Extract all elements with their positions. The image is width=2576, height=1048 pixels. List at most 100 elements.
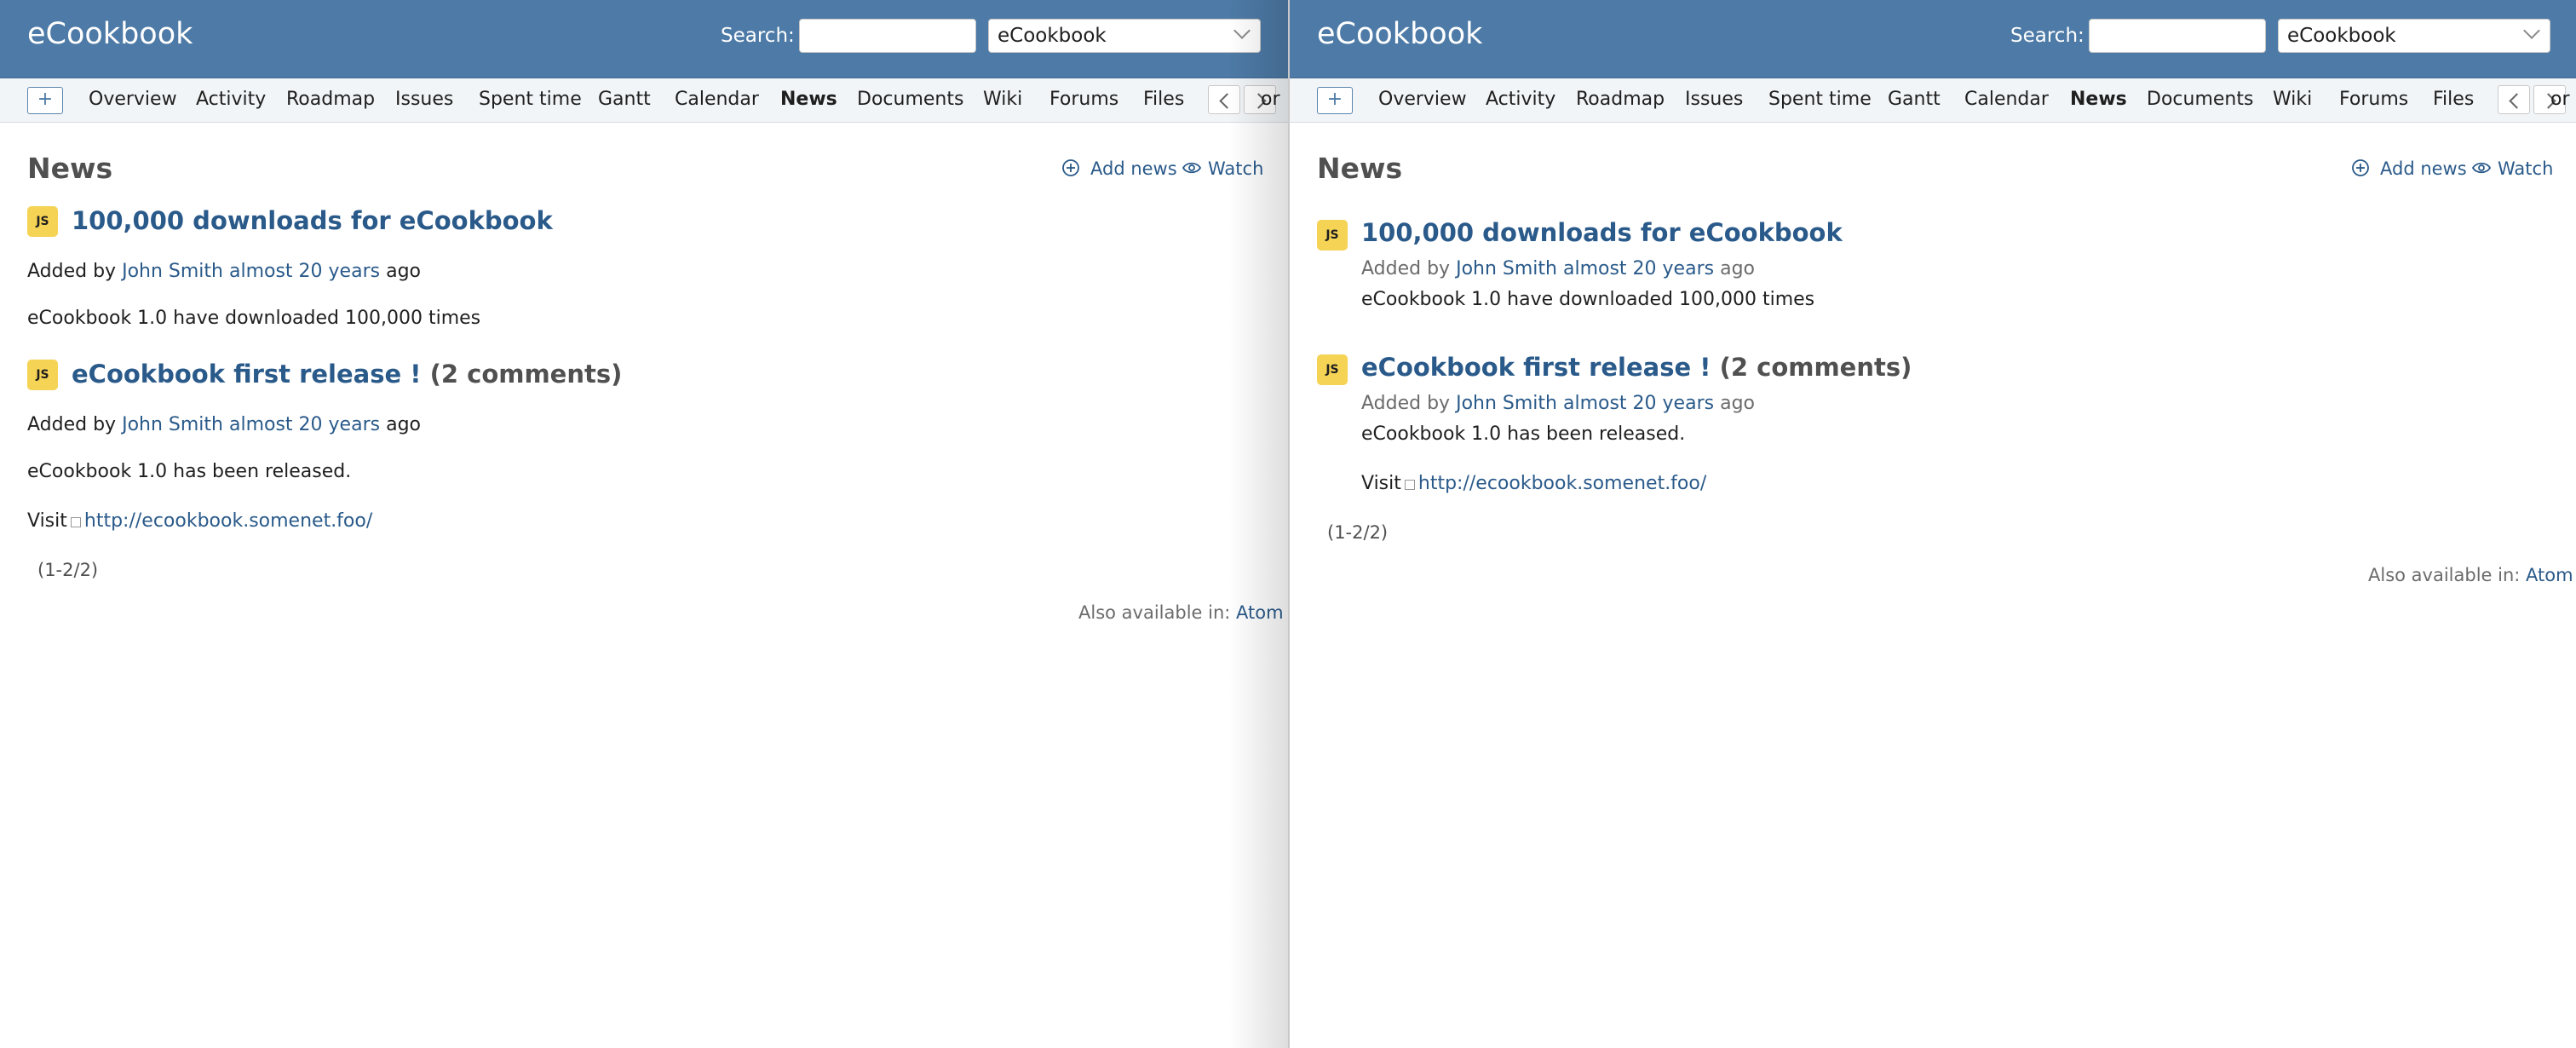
visit-label: Visit (27, 510, 67, 532)
visit-label: Visit (1361, 473, 1401, 494)
chevron-down-icon (2523, 22, 2540, 39)
tab-gantt[interactable]: Gantt (1888, 89, 1941, 122)
avatar: JS (1317, 354, 1348, 385)
eye-icon (1182, 162, 1201, 174)
news-summary: eCookbook 1.0 have downloaded 100,000 ti… (27, 308, 481, 329)
top-header: eCookbook Search: eCookbook (0, 0, 1288, 78)
ago-label: ago (1720, 393, 1755, 414)
tab-roadmap[interactable]: Roadmap (286, 89, 375, 122)
author-link[interactable]: John Smith (1456, 258, 1557, 279)
visit-line: Visit http://ecookbook.somenet.foo/ (1361, 473, 1706, 494)
tab-gantt[interactable]: Gantt (598, 89, 651, 122)
tab-calendar[interactable]: Calendar (1964, 89, 2049, 122)
author-link[interactable]: John Smith (1456, 393, 1557, 414)
avatar: JS (1317, 220, 1348, 250)
project-select[interactable]: eCookbook (2278, 19, 2550, 53)
project-select[interactable]: eCookbook (988, 19, 1261, 53)
project-select-value: eCookbook (998, 25, 1107, 47)
project-select-value: eCookbook (2287, 25, 2396, 47)
tab-files[interactable]: Files (1143, 89, 1184, 122)
tab-documents[interactable]: Documents (2147, 89, 2253, 122)
time-link[interactable]: almost 20 years (1563, 393, 1714, 414)
new-object-button[interactable]: + (1317, 87, 1353, 114)
news-title[interactable]: 100,000 downloads for eCookbook (1361, 218, 1843, 247)
pagination: (1-2/2) (1327, 522, 1389, 543)
visit-line: Visit http://ecookbook.somenet.foo/ (27, 510, 372, 532)
tab-wiki[interactable]: Wiki (983, 89, 1022, 122)
tab-activity[interactable]: Activity (196, 89, 266, 122)
author-link[interactable]: John Smith (122, 261, 223, 282)
time-link[interactable]: almost 20 years (229, 414, 380, 435)
left-pane: eCookbook Search: eCookbook + Overview A… (0, 0, 1288, 1048)
app-title[interactable]: eCookbook (1317, 17, 1482, 51)
tab-activity[interactable]: Activity (1486, 89, 1555, 122)
tab-documents[interactable]: Documents (857, 89, 963, 122)
tab-news[interactable]: News (2070, 89, 2127, 122)
news-summary: eCookbook 1.0 have downloaded 100,000 ti… (1361, 289, 1815, 310)
news-title-link[interactable]: eCookbook first release ! (72, 360, 422, 389)
news-title-link[interactable]: 100,000 downloads for eCookbook (72, 206, 553, 235)
main-menu: + Overview Activity Roadmap Issues Spent… (1290, 78, 2576, 123)
tab-forums[interactable]: Forums (1049, 89, 1118, 122)
also-available-label: Also available in: (2368, 565, 2521, 585)
tabs-scroll-left-button[interactable] (2498, 85, 2530, 114)
added-by-label: Added by (1361, 393, 1451, 414)
news-title[interactable]: 100,000 downloads for eCookbook (72, 206, 553, 235)
watch-label: Watch (2498, 158, 2554, 179)
visit-url-link[interactable]: http://ecookbook.somenet.foo/ (1418, 473, 1706, 494)
tab-overflow-text: or (2550, 89, 2570, 110)
right-pane: eCookbook Search: eCookbook + Overview A… (1288, 0, 2576, 1048)
tab-roadmap[interactable]: Roadmap (1576, 89, 1665, 122)
tab-wiki[interactable]: Wiki (2273, 89, 2312, 122)
author-link[interactable]: John Smith (122, 414, 223, 435)
tab-issues[interactable]: Issues (1685, 89, 1743, 122)
tab-news[interactable]: News (780, 89, 837, 122)
app-title[interactable]: eCookbook (27, 17, 193, 51)
also-available-label: Also available in: (1078, 602, 1231, 623)
tab-forums[interactable]: Forums (2339, 89, 2408, 122)
tabs-scroll-left-button[interactable] (1208, 85, 1240, 114)
external-link-icon (70, 517, 81, 527)
eye-icon (2472, 162, 2491, 174)
search-label: Search: (721, 25, 795, 47)
tab-issues[interactable]: Issues (395, 89, 453, 122)
news-title-link[interactable]: 100,000 downloads for eCookbook (1361, 218, 1843, 247)
add-icon (1062, 159, 1079, 176)
comments-count: (2 comments) (1719, 353, 1912, 382)
ago-label: ago (1720, 258, 1755, 279)
avatar: JS (27, 360, 58, 390)
added-by-label: Added by (27, 261, 117, 282)
news-meta: Added by John Smith almost 20 years ago (27, 261, 421, 282)
time-link[interactable]: almost 20 years (1563, 258, 1714, 279)
tab-overview[interactable]: Overview (89, 89, 177, 122)
add-icon (2352, 159, 2369, 176)
main-menu: + Overview Activity Roadmap Issues Spent… (0, 78, 1288, 123)
page-title: News (27, 152, 113, 185)
tab-spent-time[interactable]: Spent time (1768, 89, 1872, 122)
atom-link[interactable]: Atom (1236, 602, 1284, 623)
atom-link[interactable]: Atom (2526, 565, 2573, 585)
added-by-label: Added by (27, 414, 117, 435)
search-label: Search: (2010, 25, 2084, 47)
avatar: JS (27, 206, 58, 237)
tab-overview[interactable]: Overview (1378, 89, 1467, 122)
visit-url-link[interactable]: http://ecookbook.somenet.foo/ (84, 510, 372, 532)
search-input[interactable] (2089, 19, 2266, 53)
news-meta: Added by John Smith almost 20 years ago (27, 414, 421, 435)
pagination: (1-2/2) (37, 560, 99, 580)
tab-files[interactable]: Files (2433, 89, 2474, 122)
search-input[interactable] (799, 19, 976, 53)
time-link[interactable]: almost 20 years (229, 261, 380, 282)
news-title: eCookbook first release ! (2 comments) (72, 360, 622, 389)
external-link-icon (1404, 480, 1415, 490)
new-object-button[interactable]: + (27, 87, 63, 114)
news-title-link[interactable]: eCookbook first release ! (1361, 353, 1711, 382)
news-summary: eCookbook 1.0 has been released. (1361, 423, 1686, 445)
tab-overflow-text: or (1261, 89, 1280, 110)
tab-spent-time[interactable]: Spent time (479, 89, 582, 122)
tab-calendar[interactable]: Calendar (675, 89, 759, 122)
added-by-label: Added by (1361, 258, 1451, 279)
add-news-label: Add news (2380, 158, 2467, 179)
ago-label: ago (386, 261, 421, 282)
ago-label: ago (386, 414, 421, 435)
